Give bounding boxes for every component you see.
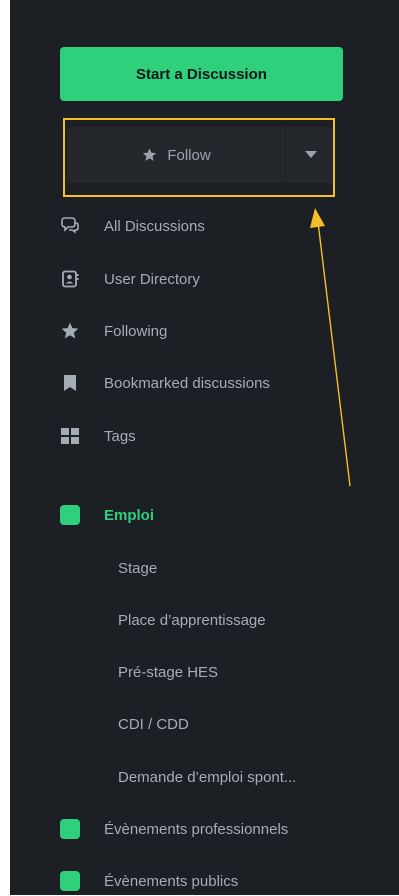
subtag-label: CDI / CDD — [118, 715, 189, 733]
subtag-label: Place d’apprentissage — [118, 611, 266, 629]
tag-label: Évènements publics — [104, 872, 239, 890]
comments-icon — [60, 216, 80, 236]
star-icon — [143, 148, 157, 161]
tag-color-swatch — [60, 505, 80, 525]
tag-color-swatch — [60, 871, 80, 891]
nav-item-all-discussions[interactable]: All Discussions — [60, 211, 205, 241]
subtag-label: Pré-stage HES — [118, 663, 219, 681]
nav-item-user-directory[interactable]: User Directory — [60, 264, 200, 294]
nav-label: All Discussions — [104, 217, 205, 235]
follow-button-group: Follow — [67, 127, 335, 183]
tag-item-evenements-publics[interactable]: Évènements publics — [60, 866, 238, 896]
start-discussion-button[interactable]: Start a Discussion — [60, 47, 343, 101]
follow-label: Follow — [167, 146, 211, 164]
tag-item-evenements-professionnels[interactable]: Évènements professionnels — [60, 814, 288, 844]
bookmark-icon — [60, 373, 80, 393]
caret-down-icon — [304, 151, 317, 158]
address-book-icon — [60, 269, 80, 289]
tag-label: Emploi — [104, 506, 155, 524]
nav-item-following[interactable]: Following — [60, 316, 167, 346]
subtag-item-pre-stage-hes[interactable]: Pré-stage HES — [118, 657, 218, 687]
nav-item-bookmarked-discussions[interactable]: Bookmarked discussions — [60, 368, 270, 398]
tag-label: Évènements professionnels — [104, 820, 289, 838]
nav-item-tags[interactable]: Tags — [60, 421, 136, 451]
nav-label: User Directory — [104, 270, 200, 288]
follow-dropdown-toggle[interactable] — [286, 127, 335, 183]
nav-label: Tags — [104, 427, 136, 445]
tag-color-swatch — [60, 819, 80, 839]
tag-item-emploi[interactable]: Emploi — [60, 500, 154, 530]
tags-grid-icon — [60, 426, 80, 446]
subtag-item-place-apprentissage[interactable]: Place d’apprentissage — [118, 605, 266, 635]
nav-label: Following — [104, 322, 168, 340]
subtag-item-cdi-cdd[interactable]: CDI / CDD — [118, 709, 189, 739]
star-icon — [60, 321, 80, 341]
subtag-label: Stage — [118, 559, 158, 577]
follow-button[interactable]: Follow — [67, 127, 285, 183]
subtag-item-stage[interactable]: Stage — [118, 553, 157, 583]
subtag-label: Demande d’emploi spont... — [118, 768, 297, 786]
subtag-item-demande-emploi[interactable]: Demande d’emploi spont... — [118, 762, 296, 792]
nav-label: Bookmarked discussions — [104, 374, 270, 392]
